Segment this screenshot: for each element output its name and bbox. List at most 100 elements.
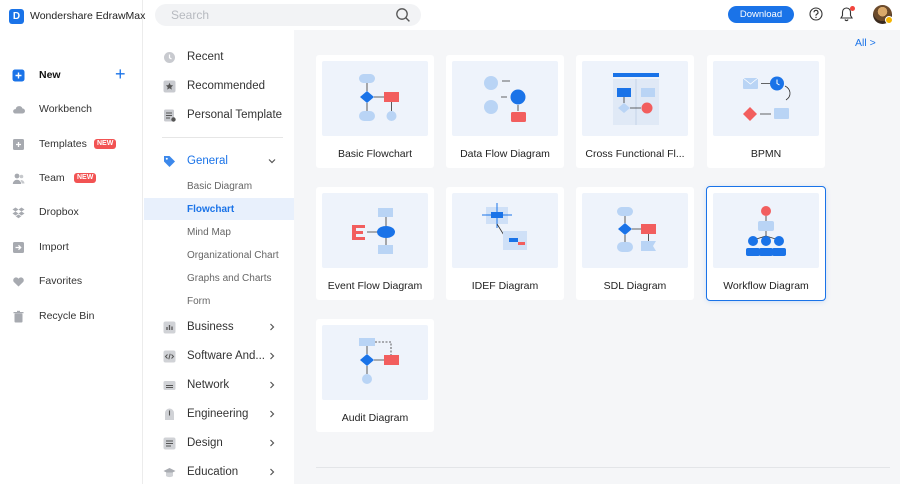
divider xyxy=(316,467,890,468)
nav-label: Team xyxy=(39,172,65,184)
nav-templates[interactable]: Templates NEW xyxy=(0,132,143,156)
new-doc-icon xyxy=(12,69,25,81)
star-icon xyxy=(163,80,176,92)
help-icon[interactable] xyxy=(809,7,823,21)
nav-label: Import xyxy=(39,241,69,253)
nav-label: Templates xyxy=(39,138,87,150)
template-thumbnail xyxy=(582,61,688,136)
all-link[interactable]: All > xyxy=(855,37,876,49)
template-thumbnail xyxy=(713,61,819,136)
chevron-right-icon xyxy=(270,439,275,447)
template-thumbnail xyxy=(322,193,428,268)
template-card-idef-diagram[interactable]: IDEF Diagram xyxy=(446,187,564,300)
category-label: Software And... xyxy=(187,350,265,362)
category-education[interactable]: Education xyxy=(144,461,294,483)
subcategory-basic-diagram[interactable]: Basic Diagram xyxy=(144,175,294,197)
template-card-sdl-diagram[interactable]: SDL Diagram xyxy=(576,187,694,300)
template-label: SDL Diagram xyxy=(603,280,667,292)
app-title: Wondershare EdrawMax xyxy=(30,10,146,22)
template-label: IDEF Diagram xyxy=(471,280,539,292)
notifications-button[interactable] xyxy=(839,6,855,27)
category-label: Engineering xyxy=(187,408,249,420)
subcategory-flowchart[interactable]: Flowchart xyxy=(144,198,294,220)
search-icon[interactable] xyxy=(395,7,411,23)
category-engineering[interactable]: Engineering xyxy=(144,403,294,425)
chevron-right-icon xyxy=(270,410,275,418)
nav-label: Favorites xyxy=(39,275,83,287)
design-icon xyxy=(163,437,176,449)
divider xyxy=(162,137,283,138)
category-label: Design xyxy=(187,437,223,449)
personal-template-icon xyxy=(164,109,176,122)
vip-badge-icon xyxy=(885,16,893,24)
template-card-bpmn[interactable]: BPMN xyxy=(707,55,825,168)
code-icon xyxy=(163,350,176,362)
category-label: Recommended xyxy=(187,80,265,92)
tag-icon xyxy=(164,155,175,167)
template-card-basic-flowchart[interactable]: Basic Flowchart xyxy=(316,55,434,168)
category-recommended[interactable]: Recommended xyxy=(144,75,294,97)
category-general[interactable]: General xyxy=(144,150,294,172)
template-card-cross-functional[interactable]: Cross Functional Fl... xyxy=(576,55,694,168)
category-recent[interactable]: Recent xyxy=(144,46,294,68)
category-label: General xyxy=(187,155,228,167)
new-badge: NEW xyxy=(94,139,117,149)
edrawmax-logo: D xyxy=(9,8,24,24)
team-icon xyxy=(12,173,25,184)
nav-dropbox[interactable]: Dropbox xyxy=(0,200,143,224)
category-label: Network xyxy=(187,379,230,391)
education-icon xyxy=(163,467,176,477)
nav-team[interactable]: Team NEW xyxy=(0,166,143,190)
heart-icon xyxy=(13,276,24,286)
category-software[interactable]: Software And... xyxy=(144,345,294,367)
avatar[interactable] xyxy=(873,5,893,24)
template-thumbnail xyxy=(322,325,428,400)
template-card-data-flow-diagram[interactable]: Data Flow Diagram xyxy=(446,55,564,168)
template-card-audit-diagram[interactable]: Audit Diagram xyxy=(316,319,434,432)
network-icon xyxy=(163,380,176,390)
subcategory-label: Basic Diagram xyxy=(187,180,253,192)
template-label: Audit Diagram xyxy=(341,412,409,424)
notification-dot xyxy=(850,6,855,11)
clock-icon xyxy=(164,51,175,63)
nav-import[interactable]: Import xyxy=(0,235,143,259)
subcategory-organizational-chart[interactable]: Organizational Chart xyxy=(144,244,294,266)
nav-workbench[interactable]: Workbench xyxy=(0,97,143,121)
template-label: Workflow Diagram xyxy=(723,280,809,292)
template-thumbnail xyxy=(452,61,558,136)
template-label: Basic Flowchart xyxy=(337,148,413,160)
nav-recycle-bin[interactable]: Recycle Bin xyxy=(0,304,143,328)
category-design[interactable]: Design xyxy=(144,432,294,454)
engineering-icon xyxy=(165,408,174,420)
new-badge: NEW xyxy=(74,173,97,183)
brand: D Wondershare EdrawMax xyxy=(9,8,145,24)
template-card-workflow-diagram[interactable]: Workflow Diagram xyxy=(706,186,826,301)
chevron-right-icon xyxy=(270,381,275,389)
templates-icon xyxy=(13,138,24,150)
subcategory-label: Flowchart xyxy=(187,203,235,215)
search-input[interactable] xyxy=(171,7,381,23)
import-icon xyxy=(13,241,24,253)
business-icon xyxy=(163,321,176,333)
chevron-right-icon xyxy=(270,323,275,331)
chevron-right-icon xyxy=(270,468,275,476)
template-label: BPMN xyxy=(750,148,782,160)
add-icon[interactable]: + xyxy=(115,64,126,84)
category-label: Education xyxy=(187,466,239,478)
subcategory-mind-map[interactable]: Mind Map xyxy=(144,221,294,243)
subcategory-label: Form xyxy=(187,295,211,307)
category-label: Business xyxy=(187,321,234,333)
template-card-event-flow-diagram[interactable]: Event Flow Diagram xyxy=(316,187,434,300)
category-network[interactable]: Network xyxy=(144,374,294,396)
category-business[interactable]: Business xyxy=(144,316,294,338)
download-button[interactable]: Download xyxy=(728,6,794,23)
subcategory-graphs-and-charts[interactable]: Graphs and Charts xyxy=(144,267,294,289)
chevron-down-icon xyxy=(268,159,276,164)
new-button[interactable]: New + xyxy=(0,63,143,87)
template-thumbnail xyxy=(713,193,819,268)
category-personal-template[interactable]: Personal Template xyxy=(144,104,294,126)
template-label: Event Flow Diagram xyxy=(327,280,423,292)
subcategory-label: Mind Map xyxy=(187,226,231,238)
nav-favorites[interactable]: Favorites xyxy=(0,269,143,293)
subcategory-form[interactable]: Form xyxy=(144,290,294,312)
